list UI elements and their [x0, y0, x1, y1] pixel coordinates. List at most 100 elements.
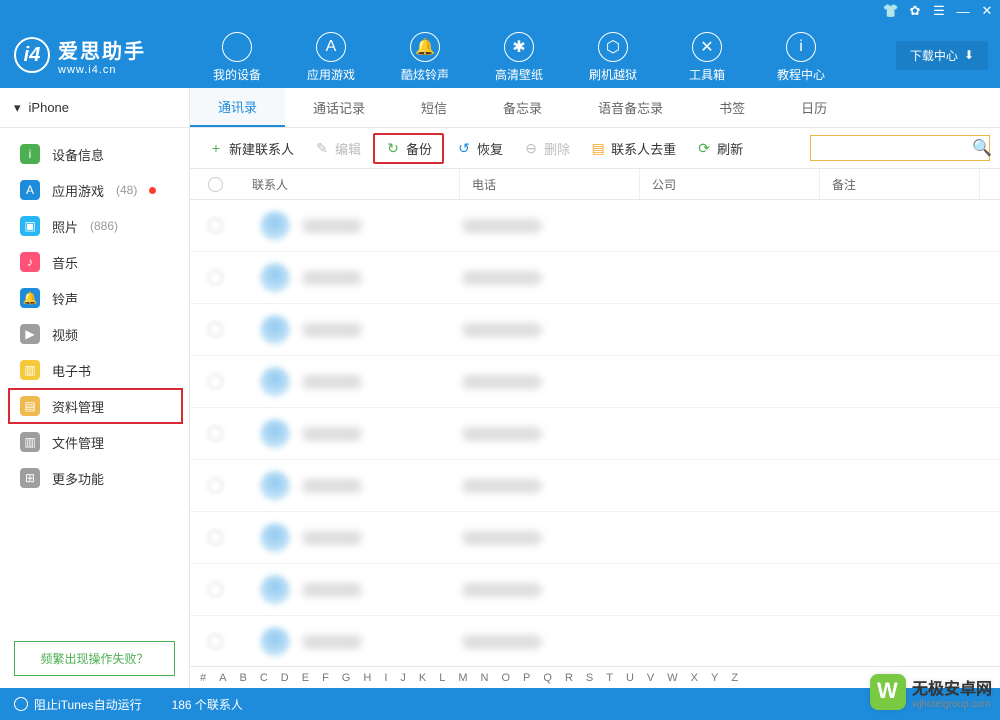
alpha-I[interactable]: I: [384, 672, 387, 684]
nav-3[interactable]: ✱高清壁纸: [472, 28, 566, 83]
alpha-V[interactable]: V: [647, 672, 654, 684]
tab-2[interactable]: 短信: [393, 88, 475, 127]
alpha-D[interactable]: D: [281, 672, 289, 684]
table-row[interactable]: [190, 616, 1000, 666]
sidebar-item-5[interactable]: ▶视频: [0, 316, 189, 352]
alpha-B[interactable]: B: [239, 672, 246, 684]
alpha-Q[interactable]: Q: [543, 672, 552, 684]
tab-3[interactable]: 备忘录: [475, 88, 570, 127]
alpha-O[interactable]: O: [501, 672, 510, 684]
close-icon[interactable]: ✕: [980, 4, 994, 18]
table-row[interactable]: [190, 564, 1000, 616]
sidebar-item-2[interactable]: ▣照片(886): [0, 208, 189, 244]
row-checkbox[interactable]: [208, 634, 223, 649]
row-checkbox[interactable]: [208, 530, 223, 545]
toolbar-恢复[interactable]: ↺恢复: [448, 135, 511, 162]
alpha-M[interactable]: M: [458, 672, 467, 684]
alpha-T[interactable]: T: [606, 672, 613, 684]
sidebar-item-3[interactable]: ♪音乐: [0, 244, 189, 280]
alpha-W[interactable]: W: [667, 672, 677, 684]
row-checkbox[interactable]: [208, 374, 223, 389]
table-row[interactable]: [190, 512, 1000, 564]
alpha-F[interactable]: F: [322, 672, 329, 684]
help-link[interactable]: 频繁出现操作失败？: [14, 641, 175, 676]
device-name: iPhone: [29, 100, 69, 115]
tab-1[interactable]: 通话记录: [285, 88, 393, 127]
alpha-H[interactable]: H: [363, 672, 371, 684]
sidebar-item-1[interactable]: A应用游戏(48): [0, 172, 189, 208]
toolbar-刷新[interactable]: ⟳刷新: [688, 135, 751, 162]
toggle-icon[interactable]: [14, 697, 28, 711]
table-row[interactable]: [190, 460, 1000, 512]
skin-icon[interactable]: 👕: [884, 4, 898, 18]
toolbar-备份[interactable]: ↻备份: [373, 133, 444, 164]
table-row[interactable]: [190, 356, 1000, 408]
nav-label: 酷炫铃声: [401, 66, 449, 83]
tab-5[interactable]: 书签: [691, 88, 773, 127]
search-input[interactable]: [817, 141, 972, 155]
alpha-Z[interactable]: Z: [731, 672, 738, 684]
gear-icon[interactable]: ✿: [908, 4, 922, 18]
alpha-C[interactable]: C: [260, 672, 268, 684]
tool-label: 恢复: [477, 139, 503, 158]
search-icon[interactable]: 🔍: [972, 138, 992, 158]
alpha-A[interactable]: A: [219, 672, 226, 684]
alpha-S[interactable]: S: [586, 672, 593, 684]
tool-icon: ⊖: [523, 140, 539, 156]
table-row[interactable]: [190, 200, 1000, 252]
nav-6[interactable]: i教程中心: [754, 28, 848, 83]
nav-5[interactable]: ✕工具箱: [660, 28, 754, 83]
row-checkbox[interactable]: [208, 478, 223, 493]
alpha-G[interactable]: G: [342, 672, 351, 684]
row-checkbox[interactable]: [208, 582, 223, 597]
toolbar-新建联系人[interactable]: +新建联系人: [200, 135, 302, 162]
alpha-K[interactable]: K: [419, 672, 426, 684]
notification-dot: [149, 187, 156, 194]
search-box[interactable]: 🔍: [810, 135, 990, 161]
alpha-X[interactable]: X: [691, 672, 698, 684]
contact-name: [302, 635, 362, 649]
sidebar-item-7[interactable]: ▤资料管理: [8, 388, 183, 424]
alpha-R[interactable]: R: [565, 672, 573, 684]
watermark: 无极安卓网 wjhotelgroup.com: [870, 674, 992, 710]
menu-icon[interactable]: ☰: [932, 4, 946, 18]
alpha-Y[interactable]: Y: [711, 672, 718, 684]
tab-6[interactable]: 日历: [773, 88, 855, 127]
row-checkbox[interactable]: [208, 218, 223, 233]
table-row[interactable]: [190, 408, 1000, 460]
column-3[interactable]: 备注: [820, 169, 980, 199]
sidebar-item-8[interactable]: ▥文件管理: [0, 424, 189, 460]
alpha-U[interactable]: U: [626, 672, 634, 684]
nav-4[interactable]: ⬡刷机越狱: [566, 28, 660, 83]
alpha-L[interactable]: L: [439, 672, 445, 684]
tab-4[interactable]: 语音备忘录: [570, 88, 691, 127]
row-checkbox[interactable]: [208, 322, 223, 337]
sidebar-item-9[interactable]: ⊞更多功能: [0, 460, 189, 496]
alpha-N[interactable]: N: [481, 672, 489, 684]
nav-1[interactable]: A应用游戏: [284, 28, 378, 83]
sidebar-item-6[interactable]: ▥电子书: [0, 352, 189, 388]
tab-0[interactable]: 通讯录: [190, 88, 285, 127]
alpha-E[interactable]: E: [302, 672, 309, 684]
table-row[interactable]: [190, 304, 1000, 356]
column-0[interactable]: 联系人: [240, 169, 460, 199]
download-center-button[interactable]: 下载中心⬇: [896, 41, 988, 70]
select-all-checkbox[interactable]: [208, 177, 223, 192]
alpha-J[interactable]: J: [400, 672, 406, 684]
nav-0[interactable]: 我的设备: [190, 28, 284, 83]
device-selector[interactable]: ▾ iPhone: [0, 88, 189, 128]
alpha-P[interactable]: P: [523, 672, 530, 684]
column-2[interactable]: 公司: [640, 169, 820, 199]
minimize-icon[interactable]: —: [956, 4, 970, 18]
alpha-#[interactable]: #: [200, 672, 206, 684]
itunes-block-label[interactable]: 阻止iTunes自动运行: [34, 696, 142, 713]
row-checkbox[interactable]: [208, 426, 223, 441]
sidebar-item-0[interactable]: i设备信息: [0, 136, 189, 172]
column-1[interactable]: 电话: [460, 169, 640, 199]
table-row[interactable]: [190, 252, 1000, 304]
row-checkbox[interactable]: [208, 270, 223, 285]
toolbar-联系人去重[interactable]: ▤联系人去重: [582, 135, 684, 162]
nav-2[interactable]: 🔔酷炫铃声: [378, 28, 472, 83]
tool-icon: +: [208, 140, 224, 156]
sidebar-item-4[interactable]: 🔔铃声: [0, 280, 189, 316]
